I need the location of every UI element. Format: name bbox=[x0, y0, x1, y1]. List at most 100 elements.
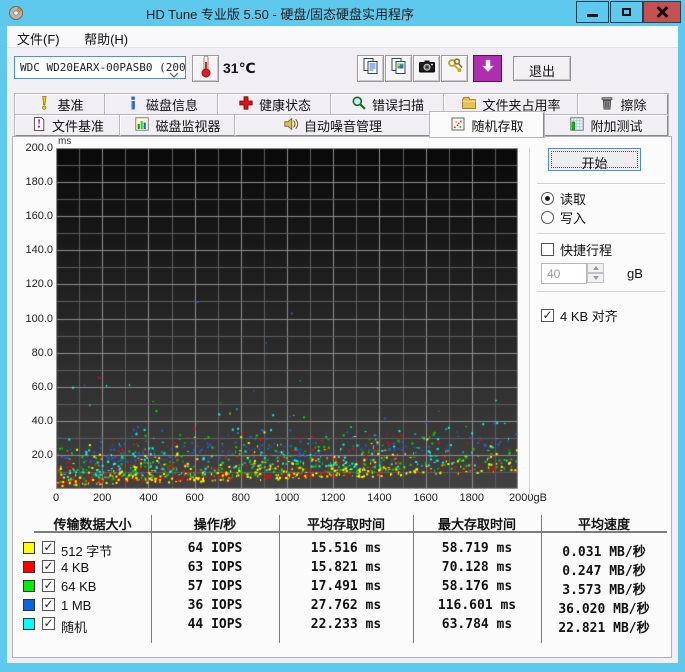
table-row: ✓ 64 KB 57 IOPS 17.491 ms 58.176 ms 3.573 MB/… bbox=[13, 577, 667, 598]
menu-bar: 文件(F) 帮助(H) bbox=[7, 26, 678, 48]
download-arrow-icon bbox=[480, 58, 496, 79]
avg-access-value: 15.516 ms bbox=[310, 541, 382, 556]
disk-monitor-icon bbox=[134, 116, 150, 135]
random-access-icon bbox=[450, 116, 466, 135]
series-label: 4 KB bbox=[61, 560, 90, 575]
series-color-swatch bbox=[23, 561, 35, 573]
tab-random-access[interactable]: 随机存取 bbox=[429, 111, 545, 138]
x-tick-label: 1000 bbox=[274, 492, 300, 504]
arrow-down-icon bbox=[592, 276, 599, 280]
stepper-down-button[interactable] bbox=[587, 273, 604, 283]
tab-aam[interactable]: 自动噪音管理 bbox=[234, 114, 431, 137]
short-stroke-size-input[interactable]: 40 bbox=[541, 263, 587, 284]
app-window: HD Tune 专业版 5.50 - 硬盘/固态硬盘实用程序 文件(F) 帮助(… bbox=[0, 0, 685, 672]
temperature-button[interactable] bbox=[192, 55, 219, 82]
chevron-down-icon[interactable] bbox=[169, 65, 179, 83]
maximize-icon bbox=[622, 8, 631, 16]
copy-text-button[interactable] bbox=[357, 55, 384, 82]
series-color-swatch bbox=[23, 618, 35, 630]
y-tick-label: 80.0 bbox=[31, 346, 53, 359]
align-checkbox[interactable]: ✓ bbox=[541, 309, 554, 322]
series-checkbox[interactable]: ✓ bbox=[42, 541, 55, 554]
avg-access-value: 15.821 ms bbox=[310, 560, 382, 575]
write-radio-row[interactable]: 写入 bbox=[541, 208, 586, 227]
short-stroke-label: 快捷行程 bbox=[560, 243, 613, 258]
start-button[interactable]: 开始 bbox=[548, 148, 641, 171]
aam-icon bbox=[283, 116, 299, 135]
series-checkbox[interactable]: ✓ bbox=[42, 579, 55, 592]
maximize-button[interactable] bbox=[610, 1, 643, 23]
benchmark-icon bbox=[36, 95, 52, 114]
tab-label: 基准 bbox=[57, 98, 84, 113]
ops-value: 57 IOPS bbox=[187, 579, 243, 594]
x-tick-label: 1200 bbox=[320, 492, 346, 504]
options-button[interactable] bbox=[441, 55, 468, 82]
download-button[interactable] bbox=[473, 55, 502, 82]
drive-select[interactable]: WDC WD20EARX-00PASB0 (2000 gB) bbox=[14, 56, 186, 79]
tab-label: 文件基准 bbox=[51, 119, 104, 134]
max-access-value: 63.784 ms bbox=[441, 617, 513, 632]
tab-erase[interactable]: 擦除 bbox=[577, 93, 669, 116]
temperature-value: 31℃ bbox=[223, 60, 256, 76]
title-bar: HD Tune 专业版 5.50 - 硬盘/固态硬盘实用程序 bbox=[0, 0, 685, 26]
short-stroke-stepper bbox=[587, 263, 604, 284]
short-stroke-checkbox[interactable] bbox=[541, 243, 554, 256]
camera-icon bbox=[418, 58, 436, 79]
tab-label: 随机存取 bbox=[471, 118, 524, 134]
minimize-button[interactable] bbox=[576, 1, 609, 23]
write-radio[interactable] bbox=[541, 211, 554, 224]
tab-file-benchmark[interactable]: 文件基准 bbox=[14, 114, 121, 137]
minimize-icon bbox=[587, 13, 598, 17]
header-underline bbox=[34, 531, 667, 533]
y-axis-unit-label: ms bbox=[58, 136, 72, 147]
tab-disk-info[interactable]: 磁盘信息 bbox=[104, 93, 219, 116]
stepper-up-button[interactable] bbox=[587, 263, 604, 273]
series-checkbox[interactable]: ✓ bbox=[42, 560, 55, 573]
write-radio-label: 写入 bbox=[560, 211, 587, 226]
x-tick-label: 1400 bbox=[367, 492, 392, 504]
max-access-value: 70.128 ms bbox=[441, 560, 513, 575]
menu-help[interactable]: 帮助(H) bbox=[74, 26, 138, 48]
series-checkbox[interactable]: ✓ bbox=[42, 598, 55, 611]
ops-value: 64 IOPS bbox=[187, 541, 243, 556]
close-button[interactable] bbox=[643, 1, 681, 23]
max-access-value: 116.601 ms bbox=[437, 598, 517, 613]
random-access-panel: ms 200.0 180.0 160.0 140.0 120.0 100.0 80.0 60.… bbox=[12, 136, 672, 658]
tab-disk-monitor[interactable]: 磁盘监视器 bbox=[119, 114, 236, 137]
exit-button[interactable]: 退出 bbox=[513, 56, 571, 81]
max-access-value: 58.176 ms bbox=[441, 579, 513, 594]
tab-extra-tests[interactable]: 附加测试 bbox=[543, 114, 669, 137]
tab-health[interactable]: 健康状态 bbox=[217, 93, 332, 116]
file-benchmark-icon bbox=[31, 116, 47, 135]
table-row: ✓ 4 KB 63 IOPS 15.821 ms 70.128 ms 0.247 MB/秒 bbox=[13, 558, 667, 579]
x-tick-label: 400 bbox=[139, 492, 158, 504]
y-tick-label: 160.0 bbox=[25, 210, 53, 223]
align-row[interactable]: ✓ 4 KB 对齐 bbox=[541, 306, 618, 325]
x-tick-label: 800 bbox=[231, 492, 250, 504]
series-label: 随机 bbox=[61, 620, 88, 635]
thermometer-icon bbox=[199, 55, 213, 83]
menu-file[interactable]: 文件(F) bbox=[7, 26, 70, 48]
screenshot-button[interactable] bbox=[413, 55, 440, 82]
series-label: 1 MB bbox=[61, 598, 92, 613]
tab-error-scan[interactable]: 错误扫描 bbox=[330, 93, 445, 116]
x-tick-label: 0 bbox=[52, 492, 60, 504]
copy-image-button[interactable] bbox=[385, 55, 412, 82]
table-row: ✓ 512 字节 64 IOPS 15.516 ms 58.719 ms 0.031 MB… bbox=[13, 539, 667, 560]
align-label: 4 KB 对齐 bbox=[560, 309, 618, 324]
tab-label: 健康状态 bbox=[258, 98, 311, 113]
read-radio[interactable] bbox=[541, 192, 554, 205]
access-time-scatter-chart bbox=[56, 148, 518, 489]
short-stroke-row[interactable]: 快捷行程 bbox=[541, 240, 612, 259]
extra-tests-icon bbox=[569, 116, 585, 135]
y-tick-label: 180.0 bbox=[25, 176, 53, 189]
separator bbox=[537, 233, 665, 235]
ops-value: 44 IOPS bbox=[187, 617, 243, 632]
read-radio-row[interactable]: 读取 bbox=[541, 189, 586, 208]
avg-access-value: 17.491 ms bbox=[310, 579, 382, 594]
tab-benchmark[interactable]: 基准 bbox=[14, 93, 106, 116]
separator bbox=[537, 291, 665, 293]
x-tick-label: 2000gB bbox=[509, 492, 547, 504]
series-label: 64 KB bbox=[61, 579, 97, 594]
series-checkbox[interactable]: ✓ bbox=[42, 617, 55, 630]
